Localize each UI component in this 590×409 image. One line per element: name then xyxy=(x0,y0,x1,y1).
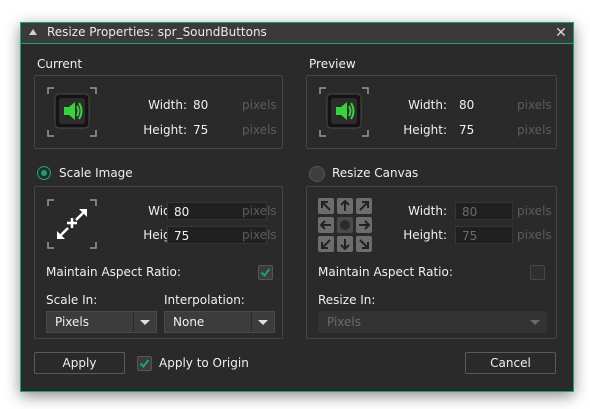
canvas-aspect-checkbox[interactable] xyxy=(530,265,545,280)
arrow-up-left-icon xyxy=(321,201,331,211)
arrow-left-icon xyxy=(319,220,331,230)
resize-properties-dialog: Resize Properties: spr_SoundButtons ✕ Cu… xyxy=(20,22,574,392)
resize-canvas-panel: Width: 80 pixels Height: 75 pixels Maint… xyxy=(306,186,557,339)
anchor-top-right[interactable] xyxy=(356,198,372,214)
preview-height-unit: pixels xyxy=(517,123,552,137)
arrow-down-left-icon xyxy=(321,239,331,249)
speaker-icon xyxy=(47,87,97,137)
current-width-label: Width: xyxy=(148,98,187,112)
window-title: Resize Properties: spr_SoundButtons xyxy=(47,25,267,39)
arrow-down-icon xyxy=(340,239,350,251)
speaker-icon xyxy=(319,87,369,137)
interpolation-value: None xyxy=(173,315,205,329)
current-width-value: 80 xyxy=(193,98,209,112)
canvas-width-unit: pixels xyxy=(517,204,552,218)
chevron-down-icon xyxy=(133,312,156,332)
preview-panel: Width: 80 pixels Height: 75 pixels xyxy=(306,75,557,149)
preview-heading: Preview xyxy=(309,57,356,71)
chevron-down-icon xyxy=(524,312,546,332)
anchor-right[interactable] xyxy=(356,217,372,233)
close-button[interactable]: ✕ xyxy=(549,23,573,43)
canvas-height-label: Height: xyxy=(403,228,447,242)
scale-in-value: Pixels xyxy=(55,315,90,329)
preview-height-value: 75 xyxy=(459,123,475,137)
canvas-height-unit: pixels xyxy=(517,228,552,242)
apply-button[interactable]: Apply xyxy=(34,352,125,374)
title-bar[interactable]: Resize Properties: spr_SoundButtons ✕ xyxy=(21,23,573,44)
anchor-grid xyxy=(318,198,372,252)
collapse-arrow-icon[interactable] xyxy=(29,29,37,35)
arrow-up-icon xyxy=(340,199,350,211)
current-heading: Current xyxy=(37,57,83,71)
canvas-width-input[interactable]: 80 xyxy=(455,202,513,220)
anchor-center[interactable] xyxy=(337,217,353,233)
canvas-width-label: Width: xyxy=(408,204,447,218)
scale-image-radio[interactable] xyxy=(37,166,51,180)
anchor-top-left[interactable] xyxy=(318,198,334,214)
center-dot-icon xyxy=(340,220,350,230)
scale-aspect-label: Maintain Aspect Ratio: xyxy=(46,265,181,279)
scale-width-unit: pixels xyxy=(242,204,277,218)
current-height-label: Height: xyxy=(143,123,187,137)
resize-in-value: Pixels xyxy=(327,315,362,329)
preview-width-label: Width: xyxy=(408,98,447,112)
apply-to-origin-label[interactable]: Apply to Origin xyxy=(159,356,249,370)
anchor-bottom[interactable] xyxy=(337,236,353,252)
resize-in-label: Resize In: xyxy=(318,293,376,307)
scale-in-select[interactable]: Pixels xyxy=(46,311,157,333)
anchor-left[interactable] xyxy=(318,217,334,233)
interpolation-select[interactable]: None xyxy=(164,311,275,333)
scale-in-label: Scale In: xyxy=(46,293,98,307)
canvas-height-input[interactable]: 75 xyxy=(455,226,513,244)
checkmark-icon xyxy=(260,268,271,278)
current-panel: Width: 80 pixels Height: 75 pixels xyxy=(34,75,283,149)
current-height-unit: pixels xyxy=(242,123,277,137)
arrow-down-right-icon xyxy=(359,239,369,249)
resize-in-select[interactable]: Pixels xyxy=(318,311,547,333)
anchor-bottom-left[interactable] xyxy=(318,236,334,252)
scale-height-unit: pixels xyxy=(242,228,277,242)
arrow-up-right-icon xyxy=(359,201,369,211)
preview-width-unit: pixels xyxy=(517,98,552,112)
scale-image-panel: Width: 80 pixels Height: 75 pixels Maint… xyxy=(34,186,283,339)
scale-icon-box xyxy=(46,198,98,250)
scale-aspect-checkbox[interactable] xyxy=(258,265,273,280)
preview-height-label: Height: xyxy=(403,123,447,137)
apply-to-origin-checkbox[interactable] xyxy=(137,356,152,371)
current-sprite-thumbnail xyxy=(46,86,98,138)
resize-canvas-radio[interactable] xyxy=(309,166,325,182)
interpolation-label: Interpolation: xyxy=(164,293,245,307)
preview-width-value: 80 xyxy=(459,98,475,112)
current-height-value: 75 xyxy=(193,123,209,137)
scale-arrows-icon xyxy=(47,199,97,249)
anchor-top[interactable] xyxy=(337,198,353,214)
preview-sprite-thumbnail xyxy=(318,86,370,138)
current-width-unit: pixels xyxy=(242,98,277,112)
scale-image-label[interactable]: Scale Image xyxy=(59,166,133,180)
cancel-button[interactable]: Cancel xyxy=(465,352,556,374)
anchor-bottom-right[interactable] xyxy=(356,236,372,252)
resize-canvas-label[interactable]: Resize Canvas xyxy=(332,166,418,180)
arrow-right-icon xyxy=(359,220,371,230)
checkmark-icon xyxy=(139,359,150,369)
chevron-down-icon xyxy=(251,312,274,332)
canvas-aspect-label: Maintain Aspect Ratio: xyxy=(318,265,453,279)
